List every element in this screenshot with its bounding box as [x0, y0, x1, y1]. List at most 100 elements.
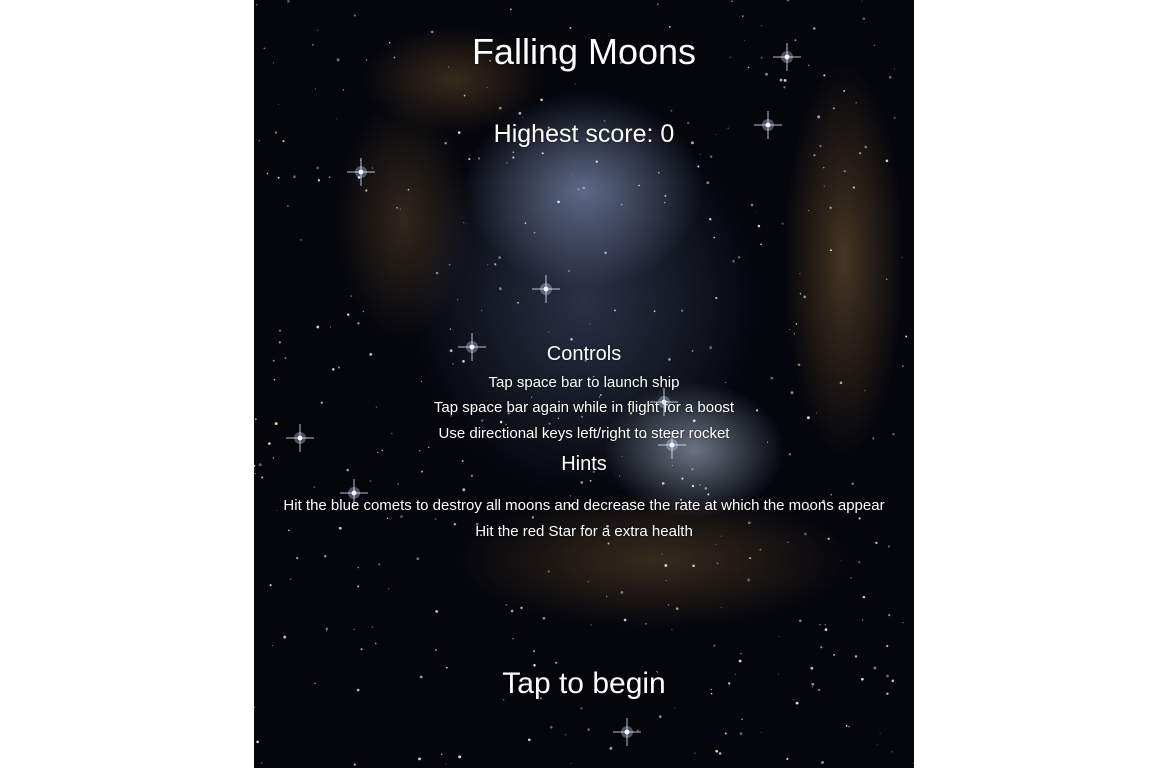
background-star — [665, 579, 667, 581]
background-star — [657, 3, 659, 6]
background-star — [823, 167, 825, 169]
background-star — [781, 222, 784, 225]
background-star — [524, 222, 527, 224]
background-star — [820, 646, 823, 649]
background-star — [325, 629, 328, 631]
game-canvas[interactable]: Falling Moons Highest score: 0 Controls … — [254, 0, 914, 768]
background-star — [517, 301, 519, 304]
background-star — [739, 732, 743, 735]
background-star — [716, 562, 719, 565]
background-star — [360, 648, 363, 651]
bright-star — [532, 275, 560, 303]
background-star — [445, 763, 447, 765]
background-star — [741, 718, 743, 720]
background-star — [668, 26, 671, 28]
background-star — [314, 88, 316, 90]
background-star — [732, 259, 735, 263]
background-star — [505, 603, 508, 606]
background-star — [269, 584, 272, 587]
background-star — [548, 331, 550, 333]
background-star — [724, 732, 727, 735]
background-star — [713, 644, 716, 647]
background-star — [740, 652, 742, 655]
hint-line: Hit the blue comets to destroy all moons… — [283, 497, 885, 514]
background-star — [671, 628, 673, 630]
background-star — [858, 517, 861, 520]
background-star — [747, 578, 751, 582]
background-star — [673, 707, 675, 709]
background-star — [901, 256, 903, 258]
background-star — [587, 728, 590, 731]
background-star — [332, 368, 335, 371]
background-star — [713, 236, 716, 239]
background-star — [329, 326, 331, 328]
background-star — [547, 570, 550, 573]
background-star — [589, 323, 591, 325]
background-star — [498, 287, 502, 291]
background-star — [699, 484, 701, 486]
background-star — [681, 309, 684, 312]
background-star — [468, 158, 471, 161]
background-star — [843, 89, 846, 92]
background-star — [587, 580, 590, 583]
bright-star — [613, 718, 641, 746]
background-star — [532, 650, 536, 653]
background-star — [434, 648, 437, 652]
background-star — [606, 595, 608, 598]
background-star — [342, 89, 345, 91]
background-star — [371, 626, 374, 628]
background-star — [347, 313, 350, 316]
background-star — [512, 156, 515, 159]
background-star — [353, 14, 356, 17]
background-star — [477, 157, 481, 160]
background-star — [469, 154, 471, 156]
background-star — [564, 734, 567, 736]
background-star — [486, 86, 488, 89]
background-star — [681, 477, 684, 480]
background-star — [885, 159, 889, 163]
background-star — [448, 263, 451, 266]
background-star — [337, 366, 340, 369]
background-star — [435, 609, 439, 613]
background-star — [620, 203, 623, 206]
background-star — [256, 740, 259, 744]
background-star — [266, 172, 269, 175]
background-star — [886, 278, 888, 280]
hints-heading: Hints — [561, 453, 607, 475]
background-star — [861, 0, 863, 2]
background-star — [595, 160, 598, 163]
background-star — [283, 635, 287, 639]
background-star — [803, 295, 807, 299]
background-star — [851, 482, 854, 485]
background-star — [386, 517, 389, 519]
background-star — [353, 628, 355, 631]
bright-star — [347, 158, 375, 186]
background-star — [799, 619, 802, 623]
background-star — [823, 185, 825, 187]
background-star — [843, 169, 846, 173]
background-star — [456, 299, 459, 301]
background-star — [293, 175, 296, 178]
background-star — [434, 518, 437, 520]
background-star — [761, 25, 763, 27]
controls-line: Tap space bar again while in flight for … — [433, 399, 735, 416]
background-star — [512, 151, 515, 153]
background-star — [463, 94, 466, 97]
background-star — [357, 322, 360, 325]
background-star — [891, 751, 893, 753]
background-star — [520, 606, 523, 610]
background-star — [715, 749, 719, 753]
background-star — [709, 155, 713, 158]
background-star — [481, 310, 483, 312]
background-star — [362, 310, 365, 313]
background-star — [832, 107, 835, 110]
controls-line: Use directional keys left/right to steer… — [438, 425, 730, 442]
background-star — [731, 0, 733, 2]
background-star — [589, 479, 592, 482]
tap-to-begin-button[interactable]: Tap to begin — [254, 664, 914, 704]
background-star — [277, 103, 279, 105]
background-star — [374, 642, 377, 645]
background-star — [783, 86, 786, 89]
background-star — [691, 484, 695, 488]
background-star — [369, 480, 372, 482]
